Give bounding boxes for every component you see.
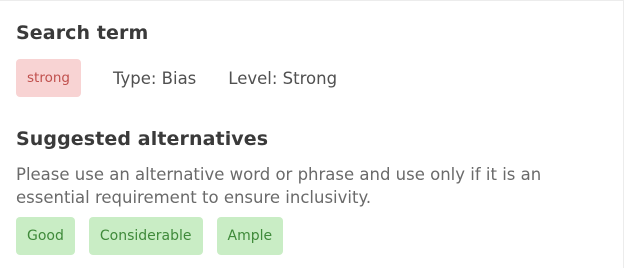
alternative-chip-ample[interactable]: Ample xyxy=(216,217,284,255)
term-type-label: Type: Bias xyxy=(112,68,197,88)
alternative-chip-good[interactable]: Good xyxy=(16,217,75,255)
search-term-heading: Search term xyxy=(16,22,149,44)
alternatives-description: Please use an alternative word or phrase… xyxy=(16,165,542,207)
suggested-alternatives-heading: Suggested alternatives xyxy=(16,128,269,150)
term-level-label: Level: Strong xyxy=(228,68,338,88)
alternatives-list: Good Considerable Ample xyxy=(16,217,284,255)
term-details-panel: Search term strong Type: Bias Level: Str… xyxy=(0,0,624,268)
search-term-chip: strong xyxy=(16,59,81,97)
alternative-chip-considerable[interactable]: Considerable xyxy=(88,217,203,255)
search-term-row: strong Type: Bias Level: Strong xyxy=(16,58,337,98)
